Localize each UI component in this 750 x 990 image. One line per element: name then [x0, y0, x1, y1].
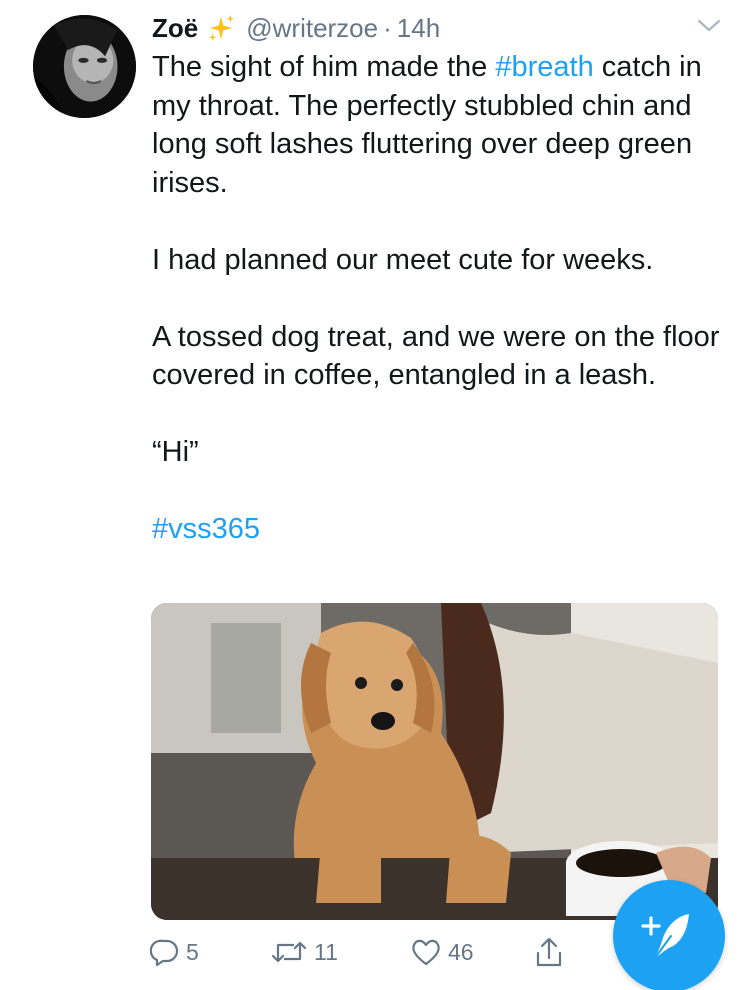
- hashtag-link-breath[interactable]: #breath: [495, 51, 593, 83]
- tweet-media-photo[interactable]: [151, 603, 718, 920]
- reply-count: 5: [186, 938, 199, 965]
- tweet-header: Zoë @writerzoe · 14h: [152, 10, 440, 46]
- like-button[interactable]: 46: [410, 930, 474, 974]
- reply-icon: [150, 937, 180, 967]
- compose-tweet-icon: [637, 904, 701, 968]
- tweet-paragraph: “Hi”: [152, 436, 199, 468]
- hashtag-link-vss365[interactable]: #vss365: [152, 513, 260, 545]
- header-separator: ·: [383, 13, 392, 43]
- tweet-timestamp[interactable]: 14h: [397, 10, 440, 46]
- tweet-actions: 5 11 46: [150, 930, 610, 974]
- chevron-down-icon[interactable]: [696, 17, 722, 35]
- share-icon: [534, 936, 564, 968]
- avatar-photo: [33, 15, 136, 118]
- retweet-icon: [270, 937, 308, 967]
- tweet-text: The sight of him made the #breath catch …: [152, 48, 732, 549]
- tweet-paragraph: A tossed dog treat, and we were on the f…: [152, 320, 720, 392]
- paragraph-text: The sight of him made the: [152, 51, 496, 83]
- retweet-button[interactable]: 11: [270, 930, 338, 974]
- author-avatar[interactable]: [33, 15, 136, 118]
- tweet-paragraph: I had planned our meet cute for weeks.: [152, 243, 654, 276]
- reply-button[interactable]: 5: [150, 930, 199, 974]
- author-name[interactable]: Zoë: [152, 10, 198, 46]
- retweet-count: 11: [314, 938, 338, 965]
- share-button[interactable]: [534, 930, 564, 974]
- heart-icon: [410, 937, 442, 967]
- tweet-paragraph: The sight of him made the #breath catch …: [152, 48, 732, 202]
- like-count: 46: [448, 938, 474, 965]
- compose-tweet-button[interactable]: [613, 880, 725, 990]
- sparkles-icon: [206, 13, 236, 43]
- author-handle[interactable]: @writerzoe: [246, 10, 378, 46]
